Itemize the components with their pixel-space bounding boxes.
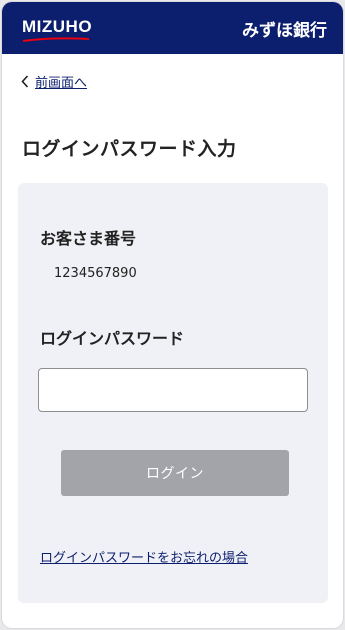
page-title: ログインパスワード入力 xyxy=(22,138,237,160)
password-input[interactable] xyxy=(38,368,308,412)
customer-number-label: お客さま番号 xyxy=(40,229,137,248)
forgot-password-link[interactable]: ログインパスワードをお忘れの場合 xyxy=(40,547,248,566)
app-frame: MIZUHO みずほ銀行 前画面へ ログインパスワード入力 お客さま番号 123… xyxy=(2,2,343,628)
login-form-panel: お客さま番号 1234567890 ログインパスワード ログイン ログインパスワ… xyxy=(18,183,328,603)
bank-name: みずほ銀行 xyxy=(242,20,327,41)
logo-text: MIZUHO xyxy=(22,16,93,36)
logo-swoosh-icon xyxy=(22,36,90,42)
mizuho-logo: MIZUHO xyxy=(22,16,93,43)
chevron-left-icon xyxy=(21,75,29,88)
customer-number-value: 1234567890 xyxy=(54,266,137,281)
password-label: ログインパスワード xyxy=(40,329,185,348)
back-link[interactable]: 前画面へ xyxy=(21,72,87,91)
header: MIZUHO みずほ銀行 xyxy=(2,2,343,54)
back-link-label: 前画面へ xyxy=(35,76,88,91)
login-button[interactable]: ログイン xyxy=(61,450,289,496)
